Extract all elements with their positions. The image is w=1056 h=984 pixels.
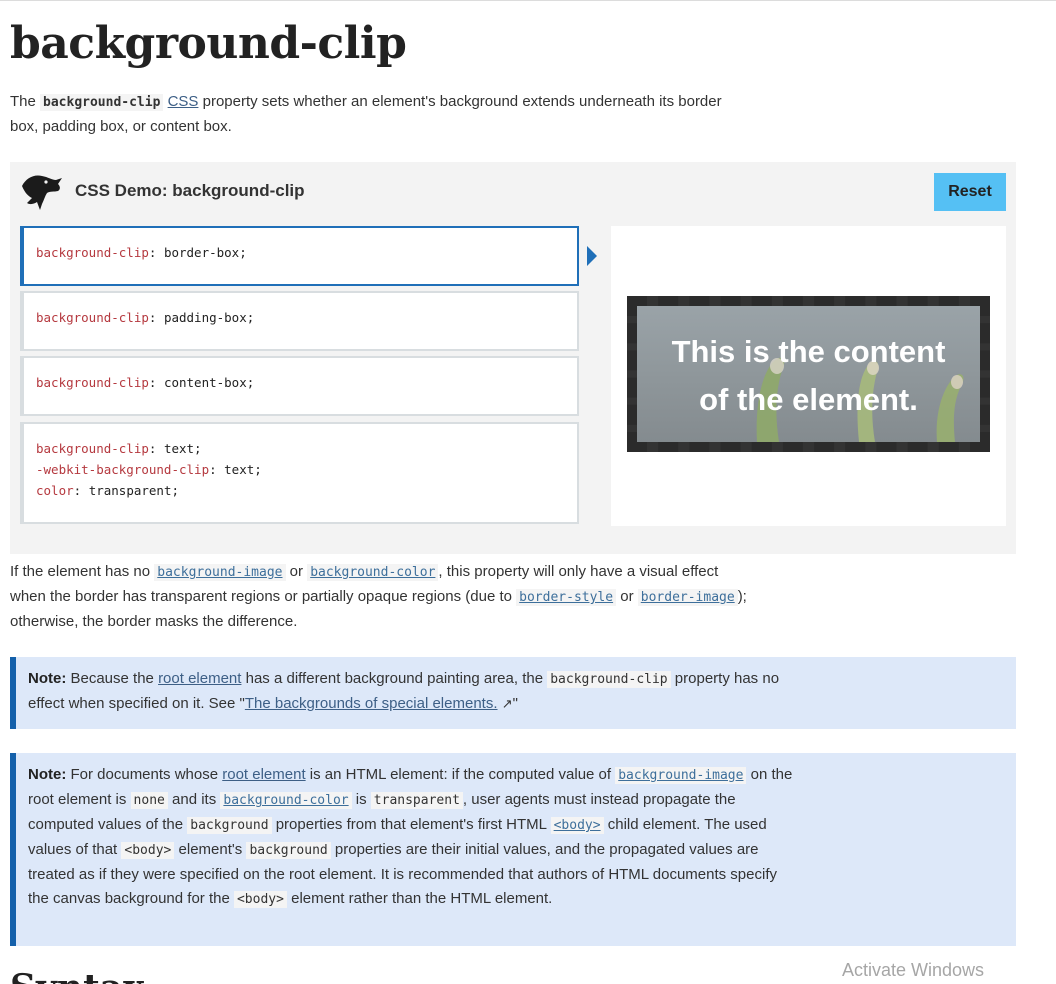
background-color-link[interactable]: background-color — [307, 564, 439, 581]
special-elements-link[interactable]: The backgrounds of special elements. — [245, 695, 498, 712]
choice-border-box[interactable]: background-clip: border-box; — [20, 226, 579, 286]
css-link[interactable]: CSS — [168, 93, 199, 110]
choice-padding-box[interactable]: background-clip: padding-box; — [20, 291, 579, 351]
example-background-image: This is the content of the element. — [637, 306, 980, 442]
choice-content-box[interactable]: background-clip: content-box; — [20, 356, 579, 416]
example-element: This is the content of the element. — [627, 296, 990, 452]
border-style-link[interactable]: border-style — [516, 589, 617, 606]
page-title: background-clip — [10, 18, 407, 69]
selected-indicator-icon — [587, 246, 597, 266]
note-html-root: Note: For documents whose root element i… — [10, 753, 1016, 946]
root-element-link-2[interactable]: root element — [222, 766, 305, 783]
example-content-text: This is the content of the element. — [671, 334, 946, 417]
demo-title: CSS Demo: background-clip — [75, 181, 305, 200]
mdn-dinosaur-icon — [22, 175, 62, 210]
next-section-heading: Syntax — [10, 970, 145, 984]
demo-header: CSS Demo: background-clip Reset — [20, 172, 1006, 216]
intro-paragraph: The background-clip CSS property sets wh… — [10, 93, 722, 135]
note-root-element: Note: Because the root element has a dif… — [10, 657, 1016, 729]
windows-activation-watermark: Activate Windows — [842, 960, 985, 980]
reset-button[interactable]: Reset — [934, 173, 1006, 211]
interactive-demo: CSS Demo: background-clip Reset backgrou… — [10, 162, 1016, 554]
external-link-icon: ↗ — [501, 696, 513, 711]
top-divider — [0, 0, 1056, 1]
choice-text[interactable]: background-clip: text; -webkit-backgroun… — [20, 422, 579, 524]
demo-output: This is the content of the element. — [611, 226, 1006, 526]
root-element-link[interactable]: root element — [158, 670, 241, 687]
explanation-paragraph: If the element has no background-image o… — [10, 563, 747, 630]
background-image-link[interactable]: background-image — [154, 564, 286, 581]
border-image-link[interactable]: border-image — [637, 589, 738, 606]
inline-code: background-clip — [40, 94, 164, 111]
